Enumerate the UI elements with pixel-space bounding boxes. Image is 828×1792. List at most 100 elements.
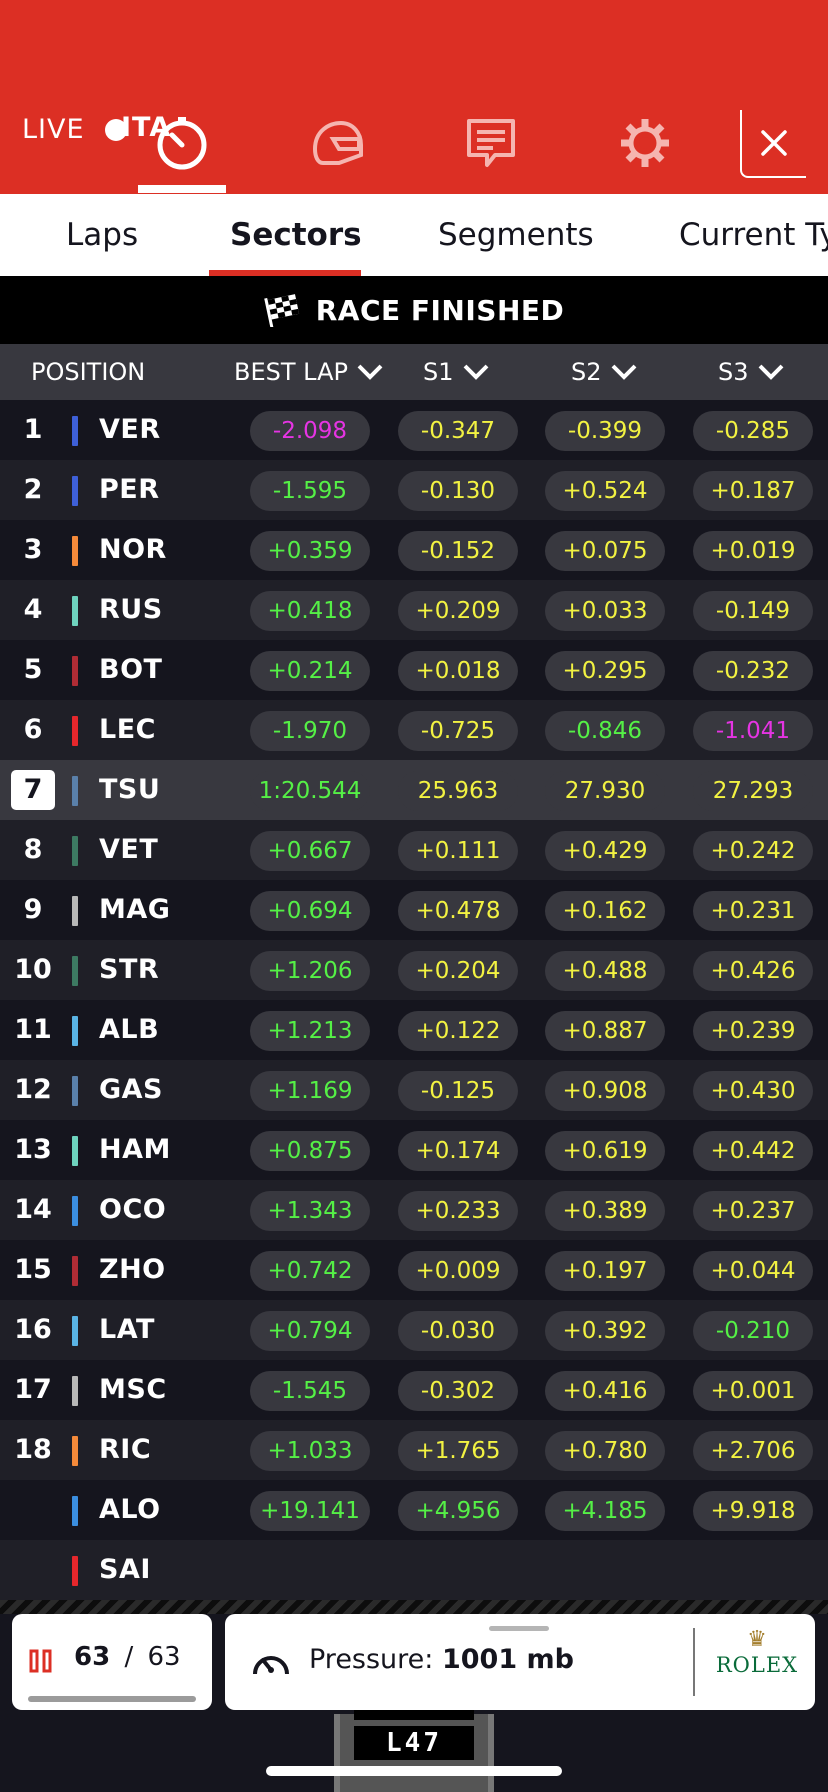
table-row[interactable]: 9 MAG +0.694 +0.478 +0.162 +0.231 (0, 880, 828, 940)
team-color-bar (72, 596, 78, 626)
tab-segments[interactable]: Segments (438, 194, 594, 276)
driver-position: 4 (23, 594, 43, 625)
driver-code: HAM (99, 1134, 171, 1165)
driver-code: PER (99, 474, 160, 505)
pressure-readout: Pressure: 1001 mb (309, 1644, 574, 1675)
s3-value: +0.430 (693, 1071, 813, 1111)
table-row[interactable]: 16 LAT +0.794 -0.030 +0.392 -0.210 (0, 1300, 828, 1360)
driver-position (10, 1480, 56, 1540)
driver-position: 14 (14, 1194, 52, 1225)
column-s1-sort[interactable]: S1 (423, 344, 490, 400)
race-status-text: RACE FINISHED (315, 293, 565, 327)
driver-code: VER (99, 414, 161, 445)
crown-icon: ♛ (747, 1627, 767, 1652)
driver-code: RUS (99, 594, 163, 625)
best-lap-value: 1:20.544 (250, 771, 370, 811)
table-row[interactable]: 5 BOT +0.214 +0.018 +0.295 -0.232 (0, 640, 828, 700)
rolex-logo: ♛ ROLEX (709, 1628, 805, 1698)
driver-code: ZHO (99, 1254, 166, 1285)
s1-value: +0.018 (398, 651, 518, 691)
column-s2-sort[interactable]: S2 (571, 344, 638, 400)
team-color-bar (72, 716, 78, 746)
table-row[interactable]: ALO +19.141 +4.956 +4.185 +9.918 (0, 1480, 828, 1540)
hatch-divider (0, 1600, 828, 1614)
tab-laps[interactable]: Laps (66, 194, 138, 276)
s3-value: 27.293 (693, 771, 813, 811)
settings-tab-button[interactable] (605, 108, 685, 178)
lap-counter-card[interactable]: 63 / 63 (12, 1614, 212, 1710)
table-row[interactable]: 11 ALB +1.213 +0.122 +0.887 +0.239 (0, 1000, 828, 1060)
drag-handle[interactable] (489, 1626, 549, 1631)
pressure-label: Pressure: (309, 1644, 434, 1675)
table-row[interactable]: 6 LEC -1.970 -0.725 -0.846 -1.041 (0, 700, 828, 760)
active-icon-underline (138, 185, 226, 193)
chevron-down-icon (758, 364, 783, 380)
best-lap-value: +0.418 (250, 591, 370, 631)
tab-sectors[interactable]: Sectors (230, 194, 362, 276)
driver-table: 1 VER -2.098 -0.347 -0.399 -0.285 2 PER -1.595 -0… (0, 400, 828, 1600)
column-s3-sort[interactable]: S3 (718, 344, 785, 400)
best-lap-value: +1.169 (250, 1071, 370, 1111)
drivers-tab-button[interactable] (297, 108, 377, 178)
s3-value: +0.019 (693, 531, 813, 571)
best-lap-value: +0.359 (250, 531, 370, 571)
column-position: POSITION (31, 358, 146, 386)
driver-code: BOT (99, 654, 163, 685)
s1-value: +4.956 (398, 1491, 518, 1531)
driver-position: 7 (10, 760, 56, 820)
table-row[interactable]: 8 VET +0.667 +0.111 +0.429 +0.242 (0, 820, 828, 880)
s2-value: +0.429 (545, 831, 665, 871)
driver-code: VET (99, 834, 159, 865)
tab-current-tyres[interactable]: Current Ty (679, 194, 828, 276)
table-row[interactable]: 2 PER -1.595 -0.130 +0.524 +0.187 (0, 460, 828, 520)
weather-card[interactable]: Pressure: 1001 mb ♛ ROLEX (225, 1614, 815, 1710)
live-label: LIVE (22, 114, 85, 145)
table-row[interactable]: SAI (0, 1540, 828, 1600)
table-row[interactable]: 14 OCO +1.343 +0.233 +0.389 +0.237 (0, 1180, 828, 1240)
table-row[interactable]: 10 STR +1.206 +0.204 +0.488 +0.426 (0, 940, 828, 1000)
best-lap-value: +1.206 (250, 951, 370, 991)
table-row[interactable]: 15 ZHO +0.742 +0.009 +0.197 +0.044 (0, 1240, 828, 1300)
helmet-icon (312, 120, 363, 165)
s2-value: -0.846 (545, 711, 665, 751)
table-row[interactable]: 12 GAS +1.169 -0.125 +0.908 +0.430 (0, 1060, 828, 1120)
home-indicator[interactable] (266, 1766, 562, 1776)
table-row[interactable]: 17 MSC -1.545 -0.302 +0.416 +0.001 (0, 1360, 828, 1420)
messages-tab-button[interactable] (451, 108, 531, 178)
driver-position: 8 (23, 834, 43, 865)
driver-code: MSC (99, 1374, 167, 1405)
session-indicator: ITA LIVE (22, 112, 170, 148)
race-status-bar: RACE FINISHED (0, 276, 828, 344)
column-best-lap-sort[interactable]: BEST LAP (234, 344, 384, 400)
table-row[interactable]: 4 RUS +0.418 +0.209 +0.033 -0.149 (0, 580, 828, 640)
close-button[interactable] (740, 110, 806, 178)
driver-position: 2 (23, 474, 43, 505)
sub-tabs: Laps Sectors Segments Current Ty (0, 194, 828, 276)
pause-icon (29, 1649, 52, 1673)
driver-position: 18 (14, 1434, 52, 1465)
timing-tab-button[interactable] (142, 108, 222, 178)
table-row[interactable]: 7 TSU 1:20.544 25.963 27.930 27.293 (0, 760, 828, 820)
s3-value: -0.285 (693, 411, 813, 451)
s1-value: +0.209 (398, 591, 518, 631)
lap-current: 63 (74, 1642, 111, 1672)
driver-code: LAT (99, 1314, 155, 1345)
s1-value: -0.302 (398, 1371, 518, 1411)
s3-value: +0.239 (693, 1011, 813, 1051)
driver-position: 10 (14, 954, 52, 985)
table-row[interactable]: 13 HAM +0.875 +0.174 +0.619 +0.442 (0, 1120, 828, 1180)
driver-position: 9 (23, 894, 43, 925)
table-row[interactable]: 3 NOR +0.359 -0.152 +0.075 +0.019 (0, 520, 828, 580)
s2-value: +0.392 (545, 1311, 665, 1351)
team-color-bar (72, 836, 78, 866)
table-row[interactable]: 18 RIC +1.033 +1.765 +0.780 +2.706 (0, 1420, 828, 1480)
s3-value: +2.706 (693, 1431, 813, 1471)
s1-value: +0.111 (398, 831, 518, 871)
s3-value: +9.918 (693, 1491, 813, 1531)
live-indicator: LIVE (22, 112, 127, 148)
driver-position: 1 (23, 414, 43, 445)
best-lap-value: +1.213 (250, 1011, 370, 1051)
best-lap-value: +0.694 (250, 891, 370, 931)
table-row[interactable]: 1 VER -2.098 -0.347 -0.399 -0.285 (0, 400, 828, 460)
s2-value: +0.416 (545, 1371, 665, 1411)
